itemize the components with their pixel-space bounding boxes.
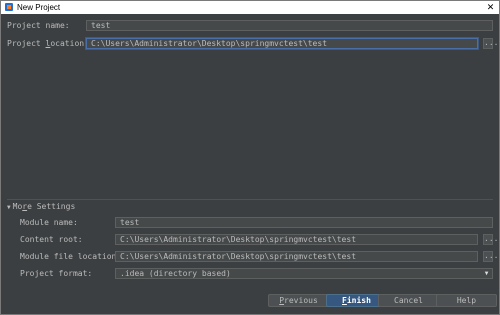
- expand-triangle-icon: ▼: [7, 204, 11, 211]
- title-bar: New Project ✕: [1, 1, 499, 14]
- help-button[interactable]: Help: [436, 294, 497, 307]
- project-location-input[interactable]: C:\Users\Administrator\Desktop\springmvc…: [86, 38, 478, 49]
- content-root-input[interactable]: C:\Users\Administrator\Desktop\springmvc…: [115, 234, 478, 245]
- intellij-app-icon: [5, 3, 13, 11]
- project-format-value: .idea (directory based): [120, 269, 231, 278]
- project-format-select[interactable]: .idea (directory based) ▼: [115, 268, 493, 279]
- module-name-label: Module name:: [20, 218, 78, 227]
- project-location-label: Project location:: [7, 39, 89, 48]
- module-file-location-browse-button[interactable]: ...: [483, 251, 498, 262]
- more-settings-toggle[interactable]: ▼ More Settings: [7, 202, 75, 213]
- dropdown-arrow-icon: ▼: [482, 270, 491, 277]
- window-title: New Project: [17, 3, 61, 12]
- content-root-browse-button[interactable]: ...: [483, 234, 498, 245]
- module-file-location-label: Module file location:: [20, 252, 122, 261]
- project-name-input[interactable]: test: [86, 20, 493, 31]
- close-button[interactable]: ✕: [484, 1, 497, 14]
- more-settings-label: More Settings: [12, 202, 76, 211]
- new-project-dialog: New Project ✕ Project name: test Project…: [0, 0, 500, 315]
- more-settings-separator: [7, 199, 493, 200]
- project-location-browse-button[interactable]: ...: [483, 38, 498, 49]
- module-file-location-input[interactable]: C:\Users\Administrator\Desktop\springmvc…: [115, 251, 478, 262]
- content-root-label: Content root:: [20, 235, 83, 244]
- previous-button[interactable]: Previous: [268, 294, 329, 307]
- project-name-label: Project name:: [7, 21, 70, 30]
- cancel-button[interactable]: Cancel: [378, 294, 439, 307]
- project-format-label: Project format:: [20, 269, 93, 278]
- module-name-input[interactable]: test: [115, 217, 493, 228]
